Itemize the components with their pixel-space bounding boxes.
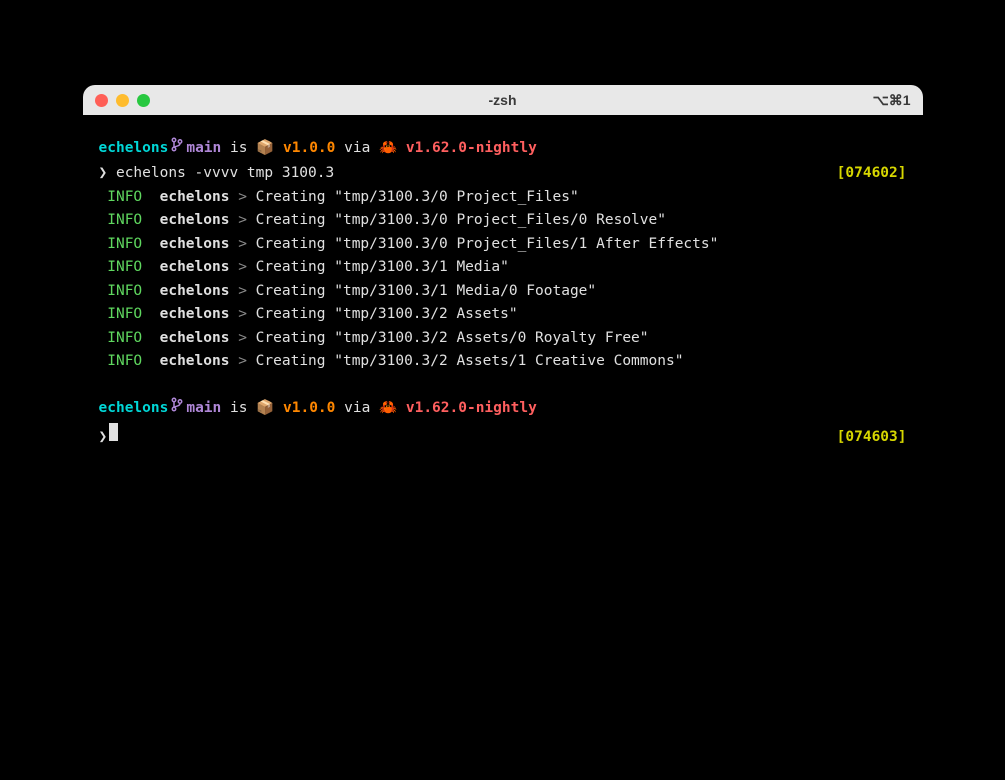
prompt-arrow: ❯: [99, 162, 108, 185]
git-branch-icon: [171, 137, 183, 160]
log-level: INFO: [99, 259, 151, 275]
log-module: echelons: [151, 212, 230, 228]
prompt-dir: echelons: [99, 397, 169, 420]
prompt-rust-version: v1.62.0-nightly: [406, 137, 537, 160]
log-module: echelons: [151, 353, 230, 369]
log-line: INFO echelons > Creating "tmp/3100.3/2 A…: [99, 303, 907, 326]
terminal-body[interactable]: echelons main is 📦 v1.0.0 via 🦀: [83, 115, 923, 695]
prompt-via: via: [344, 137, 370, 160]
log-separator: >: [229, 236, 255, 252]
log-module: echelons: [151, 306, 230, 322]
log-level: INFO: [99, 212, 151, 228]
log-line: INFO echelons > Creating "tmp/3100.3/0 P…: [99, 209, 907, 232]
log-module: echelons: [151, 330, 230, 346]
log-message: Creating "tmp/3100.3/2 Assets/1 Creative…: [256, 353, 684, 369]
window-title: -zsh: [489, 92, 517, 108]
prompt-arrow: ❯: [99, 426, 108, 449]
prompt-is: is: [230, 397, 247, 420]
log-line: INFO echelons > Creating "tmp/3100.3/0 P…: [99, 186, 907, 209]
log-message: Creating "tmp/3100.3/2 Assets/0 Royalty …: [256, 330, 649, 346]
log-level: INFO: [99, 189, 151, 205]
log-message: Creating "tmp/3100.3/0 Project_Files/1 A…: [256, 236, 719, 252]
terminal-cursor[interactable]: [109, 423, 118, 441]
log-level: INFO: [99, 283, 151, 299]
log-message: Creating "tmp/3100.3/2 Assets": [256, 306, 518, 322]
package-icon: 📦: [256, 137, 274, 160]
prompt-dir: echelons: [99, 137, 169, 160]
log-separator: >: [229, 212, 255, 228]
prompt-version: v1.0.0: [283, 137, 335, 160]
log-message: Creating "tmp/3100.3/1 Media/0 Footage": [256, 283, 596, 299]
log-message: Creating "tmp/3100.3/0 Project_Files": [256, 189, 579, 205]
blank-line: [99, 374, 907, 397]
log-module: echelons: [151, 236, 230, 252]
prompt-input-row: ❯ [074603]: [99, 423, 907, 449]
log-line: INFO echelons > Creating "tmp/3100.3/1 M…: [99, 256, 907, 279]
close-button[interactable]: [95, 94, 108, 107]
log-separator: >: [229, 306, 255, 322]
log-separator: >: [229, 353, 255, 369]
crab-icon: 🦀: [379, 137, 397, 160]
prompt-is: is: [230, 137, 247, 160]
prompt-command-row: ❯ echelons -vvvv tmp 3100.3 [074602]: [99, 162, 907, 185]
prompt-timestamp: [074602]: [837, 162, 907, 185]
log-output: INFO echelons > Creating "tmp/3100.3/0 P…: [99, 186, 907, 374]
prompt-branch: main: [186, 137, 221, 160]
log-line: INFO echelons > Creating "tmp/3100.3/0 P…: [99, 233, 907, 256]
log-level: INFO: [99, 306, 151, 322]
log-module: echelons: [151, 189, 230, 205]
prompt-version: v1.0.0: [283, 397, 335, 420]
prompt-via: via: [344, 397, 370, 420]
log-line: INFO echelons > Creating "tmp/3100.3/1 M…: [99, 280, 907, 303]
log-message: Creating "tmp/3100.3/0 Project_Files/0 R…: [256, 212, 666, 228]
prompt-command: echelons -vvvv tmp 3100.3: [116, 162, 334, 185]
terminal-window: -zsh ⌥⌘1 echelons main is 📦 v1.0.0: [83, 85, 923, 695]
crab-icon: 🦀: [379, 397, 397, 420]
package-icon: 📦: [256, 397, 274, 420]
prompt-timestamp: [074603]: [837, 426, 907, 449]
log-module: echelons: [151, 283, 230, 299]
log-line: INFO echelons > Creating "tmp/3100.3/2 A…: [99, 350, 907, 373]
log-line: INFO echelons > Creating "tmp/3100.3/2 A…: [99, 327, 907, 350]
log-separator: >: [229, 189, 255, 205]
log-separator: >: [229, 283, 255, 299]
log-level: INFO: [99, 330, 151, 346]
minimize-button[interactable]: [116, 94, 129, 107]
log-separator: >: [229, 330, 255, 346]
log-module: echelons: [151, 259, 230, 275]
prompt-rust-version: v1.62.0-nightly: [406, 397, 537, 420]
traffic-lights: [95, 94, 150, 107]
maximize-button[interactable]: [137, 94, 150, 107]
prompt-status-line-2: echelons main is 📦 v1.0.0 via 🦀: [99, 397, 907, 422]
log-level: INFO: [99, 353, 151, 369]
log-level: INFO: [99, 236, 151, 252]
prompt-status-line: echelons main is 📦 v1.0.0 via 🦀: [99, 137, 907, 162]
titlebar: -zsh ⌥⌘1: [83, 85, 923, 115]
log-separator: >: [229, 259, 255, 275]
window-shortcut: ⌥⌘1: [873, 92, 911, 109]
prompt-branch: main: [186, 397, 221, 420]
git-branch-icon: [171, 397, 183, 420]
log-message: Creating "tmp/3100.3/1 Media": [256, 259, 509, 275]
